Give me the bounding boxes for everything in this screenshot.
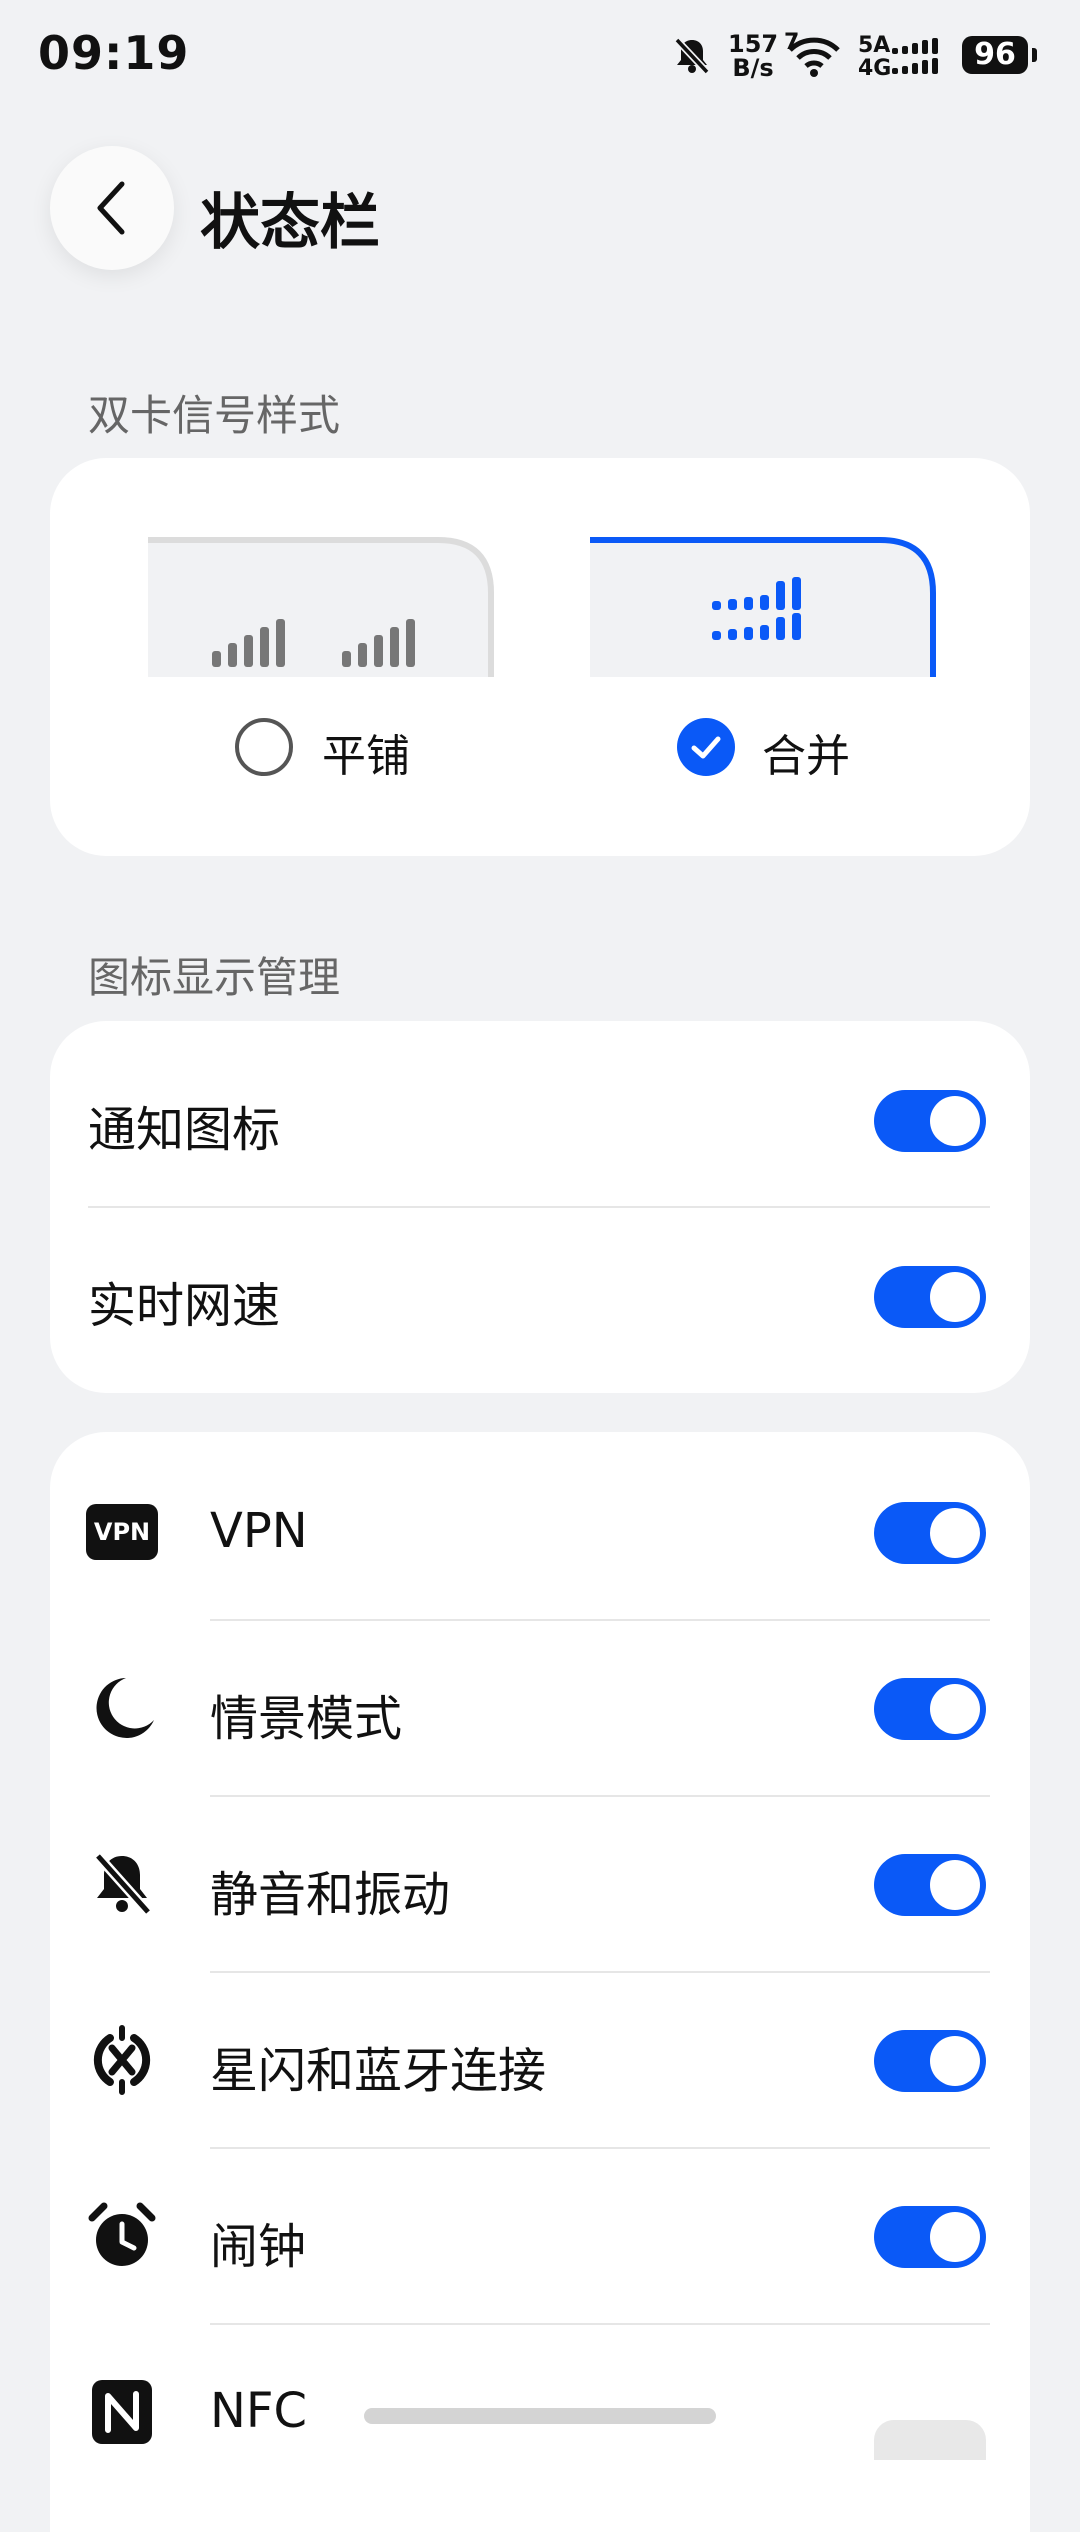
toggle-realtime-speed[interactable] bbox=[874, 1266, 986, 1328]
nfc-icon bbox=[86, 2376, 158, 2448]
page-title: 状态栏 bbox=[200, 188, 380, 258]
back-button[interactable] bbox=[50, 146, 174, 270]
row-label-vpn: VPN bbox=[210, 1503, 308, 1559]
signal-icon bbox=[892, 38, 938, 74]
bell-off-icon bbox=[86, 1848, 158, 1920]
toggle-notification-icons[interactable] bbox=[874, 1090, 986, 1152]
row-label-nfc: NFC bbox=[210, 2383, 308, 2439]
toggle-nearlink-bluetooth[interactable] bbox=[874, 2030, 986, 2092]
row-label-scene-mode: 情景模式 bbox=[210, 1691, 403, 1747]
option-label-merged: 合并 bbox=[762, 731, 850, 782]
wifi-badge: 7 bbox=[784, 30, 800, 55]
row-label-notification-icons: 通知图标 bbox=[88, 1102, 281, 1158]
icon-list-card bbox=[50, 1432, 1030, 2532]
sim-preview-tiled[interactable] bbox=[148, 537, 494, 677]
toggle-silent-vibrate[interactable] bbox=[874, 1854, 986, 1916]
row-label-realtime-speed: 实时网速 bbox=[88, 1278, 281, 1334]
divider bbox=[210, 2147, 990, 2149]
checkmark-icon bbox=[691, 736, 721, 759]
row-label-alarm: 闹钟 bbox=[210, 2219, 307, 2275]
radio-tiled[interactable] bbox=[235, 718, 293, 776]
bluetooth-nearlink-icon bbox=[86, 2024, 158, 2096]
home-indicator[interactable] bbox=[364, 2408, 716, 2424]
alarm-icon bbox=[86, 2200, 158, 2272]
radio-merged[interactable] bbox=[677, 718, 735, 776]
divider bbox=[210, 1795, 990, 1797]
row-label-silent-vibrate: 静音和振动 bbox=[210, 1867, 451, 1923]
divider bbox=[210, 2323, 990, 2325]
row-label-nearlink-bluetooth: 星闪和蓝牙连接 bbox=[210, 2043, 547, 2099]
option-label-tiled: 平铺 bbox=[322, 731, 410, 782]
battery-indicator: 96 bbox=[962, 36, 1028, 74]
chevron-left-icon bbox=[97, 181, 125, 235]
divider bbox=[88, 1206, 990, 1208]
vpn-icon: VPN bbox=[86, 1496, 158, 1568]
bell-off-icon bbox=[674, 37, 710, 75]
status-time: 09:19 bbox=[38, 26, 190, 80]
toggle-vpn[interactable] bbox=[874, 1502, 986, 1564]
sim-type-labels: 5A 4G bbox=[858, 33, 892, 81]
toggle-alarm[interactable] bbox=[874, 2206, 986, 2268]
sim-preview-merged[interactable] bbox=[590, 537, 936, 677]
divider bbox=[210, 1619, 990, 1621]
section-title-icon-management: 图标显示管理 bbox=[88, 953, 341, 1002]
net-speed: 157 B/s bbox=[728, 30, 779, 82]
divider bbox=[210, 1971, 990, 1973]
toggle-scene-mode[interactable] bbox=[874, 1678, 986, 1740]
moon-icon bbox=[86, 1672, 158, 1744]
toggle-nfc[interactable] bbox=[874, 2420, 986, 2460]
section-title-sim-style: 双卡信号样式 bbox=[88, 391, 341, 440]
battery-tip bbox=[1032, 48, 1037, 62]
